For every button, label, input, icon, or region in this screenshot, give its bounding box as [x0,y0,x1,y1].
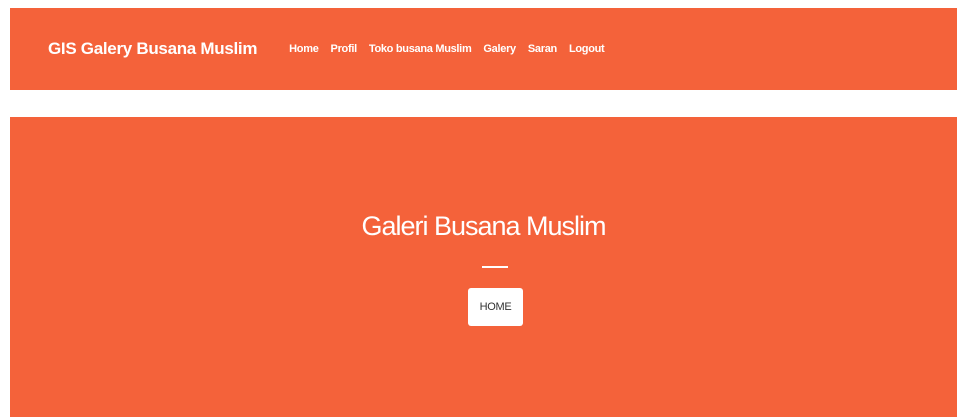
top-navbar: GIS Galery Busana Muslim Home Profil Tok… [10,8,957,90]
nav-link-home[interactable]: Home [289,43,319,55]
nav-link-profil[interactable]: Profil [331,43,358,55]
home-button[interactable]: HOME [468,288,523,326]
hero-title: Galeri Busana Muslim [361,211,606,241]
hero-section: Galeri Busana Muslim HOME [10,117,957,417]
nav-links: Home Profil Toko busana Muslim Galery Sa… [289,43,605,55]
nav-link-galery[interactable]: Galery [483,43,516,55]
brand-link[interactable]: GIS Galery Busana Muslim [48,39,257,59]
hero-divider [482,266,508,268]
nav-link-toko-busana-muslim[interactable]: Toko busana Muslim [369,43,472,55]
nav-link-logout[interactable]: Logout [569,43,605,55]
nav-link-saran[interactable]: Saran [528,43,557,55]
